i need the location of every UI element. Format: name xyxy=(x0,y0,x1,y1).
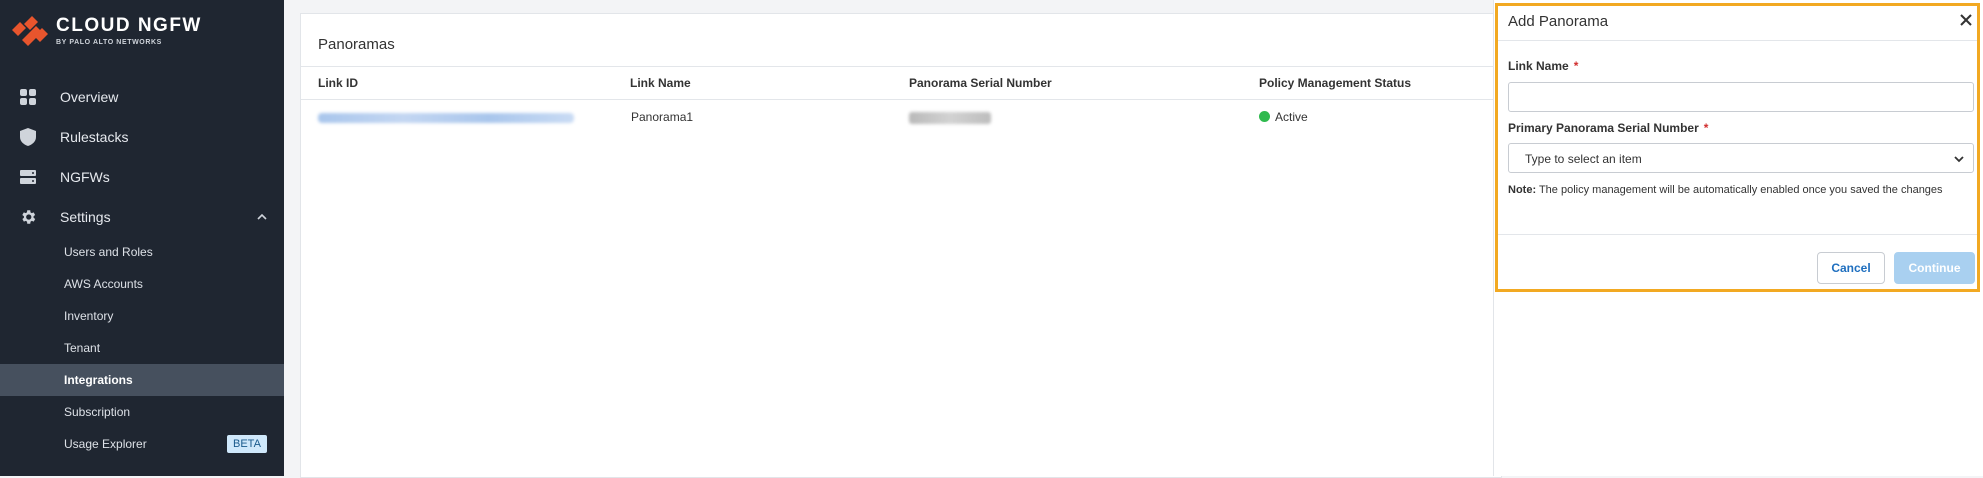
sidebar-item-settings[interactable]: Settings xyxy=(0,197,284,237)
sidebar-item-label: NGFWs xyxy=(60,169,110,185)
sidebar-item-rulestacks[interactable]: Rulestacks xyxy=(0,117,284,157)
dashboard-grid-icon xyxy=(19,88,37,106)
sidebar-item-label: Tenant xyxy=(64,341,101,355)
chevron-down-icon xyxy=(1954,156,1964,163)
link-name-label-text: Link Name xyxy=(1508,59,1569,73)
note-text: The policy management will be automatica… xyxy=(1536,184,1943,196)
page-title: Panoramas xyxy=(318,36,395,53)
panoramas-table: Link ID Link Name Panorama Serial Number… xyxy=(301,66,1501,134)
note-prefix: Note: xyxy=(1508,184,1537,196)
serial-number-label: Primary Panorama Serial Number * xyxy=(1508,121,1708,135)
sidebar-item-label: Users and Roles xyxy=(64,245,153,259)
table-header: Link ID Link Name Panorama Serial Number… xyxy=(301,66,1501,100)
column-header-serial-number[interactable]: Panorama Serial Number xyxy=(909,76,1052,90)
sidebar-item-label: AWS Accounts xyxy=(64,277,143,291)
required-marker: * xyxy=(1703,121,1709,135)
sidebar-item-label: Integrations xyxy=(64,373,133,387)
sidebar-item-label: Rulestacks xyxy=(60,129,129,145)
sidebar: CLOUD NGFW BY PALO ALTO NETWORKS Overvie… xyxy=(0,0,284,476)
sidebar-item-label: Settings xyxy=(60,209,111,225)
link-id-redacted[interactable] xyxy=(318,113,574,123)
dialog-header-divider xyxy=(1498,40,1977,41)
brand-logo[interactable]: CLOUD NGFW BY PALO ALTO NETWORKS xyxy=(10,14,202,46)
chevron-up-icon[interactable] xyxy=(256,211,268,223)
column-header-link-id[interactable]: Link ID xyxy=(318,76,358,90)
policy-note: Note: The policy management will be auto… xyxy=(1508,184,1943,196)
dialog-title: Add Panorama xyxy=(1508,13,1609,30)
sidebar-item-aws-accounts[interactable]: AWS Accounts xyxy=(0,268,284,300)
sidebar-item-ngfws[interactable]: NGFWs xyxy=(0,157,284,197)
status-badge: Active xyxy=(1275,110,1308,124)
sidebar-item-label: Inventory xyxy=(64,309,114,323)
link-name-cell: Panorama1 xyxy=(631,110,694,124)
serial-number-select[interactable]: Type to select an item xyxy=(1508,143,1974,173)
sidebar-item-integrations[interactable]: Integrations xyxy=(0,364,284,396)
brand-title: CLOUD NGFW xyxy=(56,15,202,36)
serial-number-label-text: Primary Panorama Serial Number xyxy=(1508,121,1699,135)
link-name-input[interactable] xyxy=(1508,82,1974,112)
cancel-button[interactable]: Cancel xyxy=(1817,252,1885,284)
serial-number-placeholder: Type to select an item xyxy=(1525,152,1642,166)
sidebar-item-usage-explorer[interactable]: Usage Explorer BETA xyxy=(0,428,284,460)
sidebar-item-tenant[interactable]: Tenant xyxy=(0,332,284,364)
server-icon xyxy=(19,168,37,186)
palo-alto-logo-icon xyxy=(12,16,48,46)
column-header-link-name[interactable]: Link Name xyxy=(630,76,691,90)
beta-badge: BETA xyxy=(227,435,267,453)
required-marker: * xyxy=(1573,59,1579,73)
add-panorama-dialog: Add Panorama Link Name * Primary Panorama… xyxy=(1495,3,1980,292)
status-active-icon xyxy=(1259,111,1270,122)
sidebar-item-label: Usage Explorer xyxy=(64,437,147,451)
link-name-label: Link Name * xyxy=(1508,59,1578,73)
sidebar-item-subscription[interactable]: Subscription xyxy=(0,396,284,428)
column-header-policy-status[interactable]: Policy Management Status xyxy=(1259,76,1411,90)
table-row[interactable]: Panorama1 Active xyxy=(301,100,1501,134)
sidebar-item-users-and-roles[interactable]: Users and Roles xyxy=(0,236,284,268)
shield-icon xyxy=(19,128,37,146)
serial-number-redacted xyxy=(909,112,991,124)
sidebar-item-label: Overview xyxy=(60,89,119,105)
brand-subtitle: BY PALO ALTO NETWORKS xyxy=(56,39,162,46)
dialog-footer-divider xyxy=(1498,234,1977,235)
sidebar-item-inventory[interactable]: Inventory xyxy=(0,300,284,332)
sidebar-item-overview[interactable]: Overview xyxy=(0,77,284,117)
status-cell: Active xyxy=(1259,110,1308,124)
sidebar-item-label: Subscription xyxy=(64,405,131,419)
gear-icon xyxy=(19,208,37,226)
continue-button[interactable]: Continue xyxy=(1894,252,1975,284)
close-icon[interactable] xyxy=(1958,12,1974,28)
panoramas-card: Panoramas Link ID Link Name Panorama Ser… xyxy=(300,13,1502,478)
